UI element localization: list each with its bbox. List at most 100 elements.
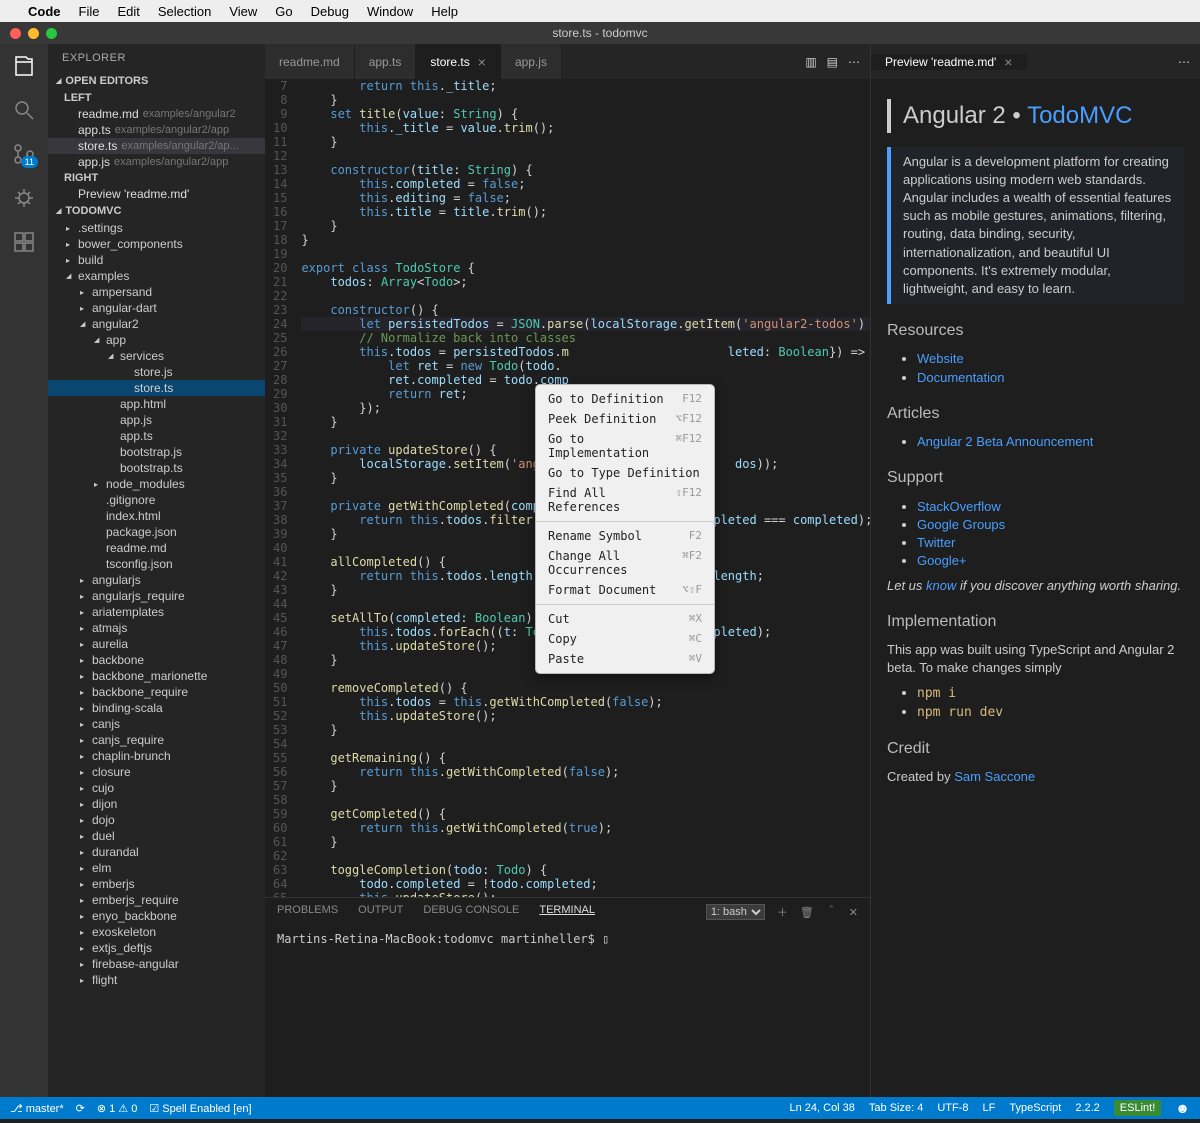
folder-item[interactable]: cujo [48, 780, 265, 796]
folder-item[interactable]: duel [48, 828, 265, 844]
indent[interactable]: Tab Size: 4 [869, 1102, 923, 1114]
menu-window[interactable]: Window [367, 4, 413, 19]
terminal[interactable]: Martins-Retina-MacBook:todomvc martinhel… [265, 926, 870, 952]
folder-item[interactable]: binding-scala [48, 700, 265, 716]
folder-item[interactable]: emberjs [48, 876, 265, 892]
folder-item[interactable]: extjs_deftjs [48, 940, 265, 956]
preview-body[interactable]: Angular 2 • TodoMVC Angular is a develop… [871, 79, 1200, 806]
context-menu-item[interactable]: Find All References⇧F12 [536, 483, 714, 517]
folder-item[interactable]: ariatemplates [48, 604, 265, 620]
file-item[interactable]: app.html [48, 396, 265, 412]
editor-tab[interactable]: app.ts [355, 44, 417, 79]
folder-item[interactable]: firebase-angular [48, 956, 265, 972]
cursor-position[interactable]: Ln 24, Col 38 [789, 1102, 854, 1114]
file-item[interactable]: tsconfig.json [48, 556, 265, 572]
kill-terminal-icon[interactable]: 🗑 [800, 906, 814, 919]
link[interactable]: Angular 2 Beta Announcement [917, 434, 1093, 449]
new-terminal-icon[interactable]: ＋ [777, 904, 788, 920]
folder-item[interactable]: durandal [48, 844, 265, 860]
editor-tab[interactable]: readme.md [265, 44, 355, 79]
file-item[interactable]: readme.md [48, 540, 265, 556]
folder-item[interactable]: ampersand [48, 284, 265, 300]
folder-item[interactable]: canjs [48, 716, 265, 732]
menu-debug[interactable]: Debug [311, 4, 349, 19]
folder-item[interactable]: angular-dart [48, 300, 265, 316]
context-menu-item[interactable]: Format Document⌥⇧F [536, 580, 714, 600]
file-item[interactable]: index.html [48, 508, 265, 524]
folder-item[interactable]: enyo_backbone [48, 908, 265, 924]
folder-item[interactable]: app [48, 332, 265, 348]
context-menu-item[interactable]: Cut⌘X [536, 609, 714, 629]
code-editor[interactable]: 7891011121314151617181920212223242526272… [265, 79, 870, 897]
folder-item[interactable]: atmajs [48, 620, 265, 636]
folder-item[interactable]: bower_components [48, 236, 265, 252]
file-item[interactable]: store.js [48, 364, 265, 380]
open-editor-item[interactable]: store.ts examples/angular2/ap... [48, 138, 265, 154]
close-window-button[interactable] [10, 28, 21, 39]
eslint-status[interactable]: ESLint! [1114, 1100, 1161, 1116]
close-icon[interactable]: × [1004, 54, 1012, 70]
menu-file[interactable]: File [79, 4, 100, 19]
encoding[interactable]: UTF-8 [937, 1102, 968, 1114]
folder-item[interactable]: services [48, 348, 265, 364]
source-control-icon[interactable]: 11 [12, 142, 36, 166]
open-editor-item[interactable]: app.js examples/angular2/app [48, 154, 265, 170]
split-editor-icon[interactable]: ▥ [805, 55, 816, 69]
folder-item[interactable]: emberjs_require [48, 892, 265, 908]
zoom-window-button[interactable] [46, 28, 57, 39]
file-item[interactable]: package.json [48, 524, 265, 540]
editor-tab[interactable]: app.js [501, 44, 562, 79]
folder-item[interactable]: examples [48, 268, 265, 284]
folder-item[interactable]: angular2 [48, 316, 265, 332]
folder-item[interactable]: dojo [48, 812, 265, 828]
menu-selection[interactable]: Selection [158, 4, 211, 19]
link[interactable]: Website [917, 351, 964, 366]
folder-item[interactable]: angularjs_require [48, 588, 265, 604]
more-actions-icon[interactable]: ⋯ [848, 55, 860, 69]
author-link[interactable]: Sam Saccone [954, 769, 1035, 784]
git-branch[interactable]: ⎇ master* [10, 1102, 64, 1115]
folder-item[interactable]: closure [48, 764, 265, 780]
editor-tab[interactable]: store.ts× [416, 44, 501, 79]
context-menu-item[interactable]: Paste⌘V [536, 649, 714, 669]
open-editors-header[interactable]: OPEN EDITORS [48, 72, 265, 90]
folder-item[interactable]: node_modules [48, 476, 265, 492]
panel-tab[interactable]: PROBLEMS [277, 904, 338, 920]
explorer-icon[interactable] [12, 54, 36, 78]
close-icon[interactable]: × [478, 54, 486, 70]
panel-tab[interactable]: OUTPUT [358, 904, 403, 920]
link[interactable]: Google+ [917, 553, 967, 568]
more-actions-icon[interactable]: ⋯ [1178, 55, 1190, 69]
link[interactable]: Twitter [917, 535, 955, 550]
language-mode[interactable]: TypeScript [1009, 1102, 1061, 1114]
folder-item[interactable]: dijon [48, 796, 265, 812]
problems-count[interactable]: ⊗ 1 ⚠ 0 [97, 1102, 137, 1115]
file-item[interactable]: .gitignore [48, 492, 265, 508]
context-menu-item[interactable]: Copy⌘C [536, 629, 714, 649]
todomvc-link[interactable]: TodoMVC [1027, 102, 1132, 129]
know-link[interactable]: know [926, 578, 956, 593]
folder-item[interactable]: backbone_require [48, 684, 265, 700]
menu-go[interactable]: Go [275, 4, 292, 19]
context-menu-item[interactable]: Go to DefinitionF12 [536, 389, 714, 409]
folder-item[interactable]: flight [48, 972, 265, 988]
project-header[interactable]: TODOMVC [48, 202, 265, 220]
open-editor-item[interactable]: Preview 'readme.md' [48, 186, 265, 202]
menu-edit[interactable]: Edit [117, 4, 139, 19]
spell-check[interactable]: ☑ Spell Enabled [en] [149, 1102, 251, 1115]
context-menu-item[interactable]: Change All Occurrences⌘F2 [536, 546, 714, 580]
folder-item[interactable]: backbone_marionette [48, 668, 265, 684]
eol[interactable]: LF [983, 1102, 996, 1114]
context-menu-item[interactable]: Go to Type Definition [536, 463, 714, 483]
open-editor-item[interactable]: app.ts examples/angular2/app [48, 122, 265, 138]
folder-item[interactable]: aurelia [48, 636, 265, 652]
folder-item[interactable]: angularjs [48, 572, 265, 588]
folder-item[interactable]: backbone [48, 652, 265, 668]
file-item[interactable]: bootstrap.js [48, 444, 265, 460]
extensions-icon[interactable] [12, 230, 36, 254]
preview-tab[interactable]: Preview 'readme.md'× [871, 54, 1027, 70]
file-item[interactable]: app.js [48, 412, 265, 428]
git-sync[interactable]: ⟳ [76, 1102, 85, 1115]
open-editor-item[interactable]: readme.md examples/angular2 [48, 106, 265, 122]
search-icon[interactable] [12, 98, 36, 122]
